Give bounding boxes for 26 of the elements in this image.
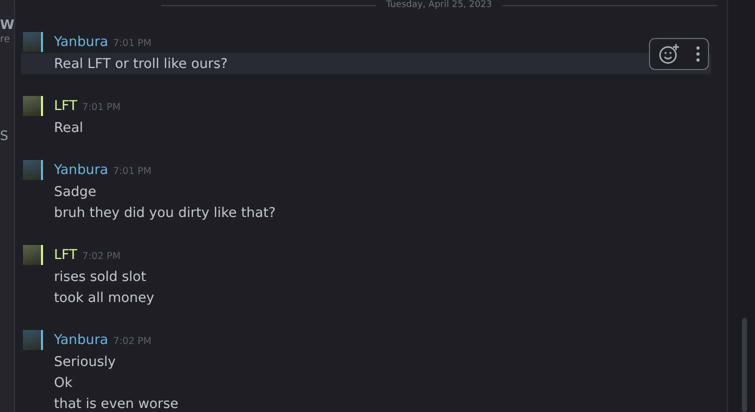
add-reaction-icon[interactable] (657, 42, 681, 66)
message-text: took all money (54, 290, 154, 306)
timestamp: 7:01 PM (113, 38, 152, 48)
message-text: that is even worse (54, 396, 178, 412)
message-text: bruh they did you dirty like that? (54, 204, 276, 220)
cut-off-text: W (0, 18, 14, 33)
author-name[interactable]: Yanbura (54, 332, 108, 348)
timestamp: 7:01 PM (113, 166, 152, 176)
message-text: Sadge (54, 184, 96, 200)
timestamp: 7:02 PM (82, 250, 121, 262)
date-divider: Tuesday, April 25, 2023 (386, 0, 492, 10)
message-text: Real (54, 120, 84, 136)
message-text: Ok (54, 374, 72, 390)
message-text: Real LFT or troll like ours? (54, 56, 228, 72)
cut-off-text: re (0, 34, 10, 45)
more-options-icon[interactable] (695, 44, 701, 64)
message-text: rises sold slot (54, 268, 146, 284)
author-name[interactable]: Yanbura (54, 162, 108, 178)
message-text: Seriously (54, 354, 116, 370)
author-name[interactable]: Yanbura (54, 34, 108, 50)
author-name[interactable]: LFT (54, 247, 78, 263)
author-name[interactable]: LFT (54, 98, 78, 114)
cut-off-text: S (0, 129, 8, 144)
scrollbar-thumb[interactable] (742, 318, 747, 412)
timestamp: 7:02 PM (113, 336, 152, 346)
timestamp: 7:01 PM (82, 102, 121, 112)
